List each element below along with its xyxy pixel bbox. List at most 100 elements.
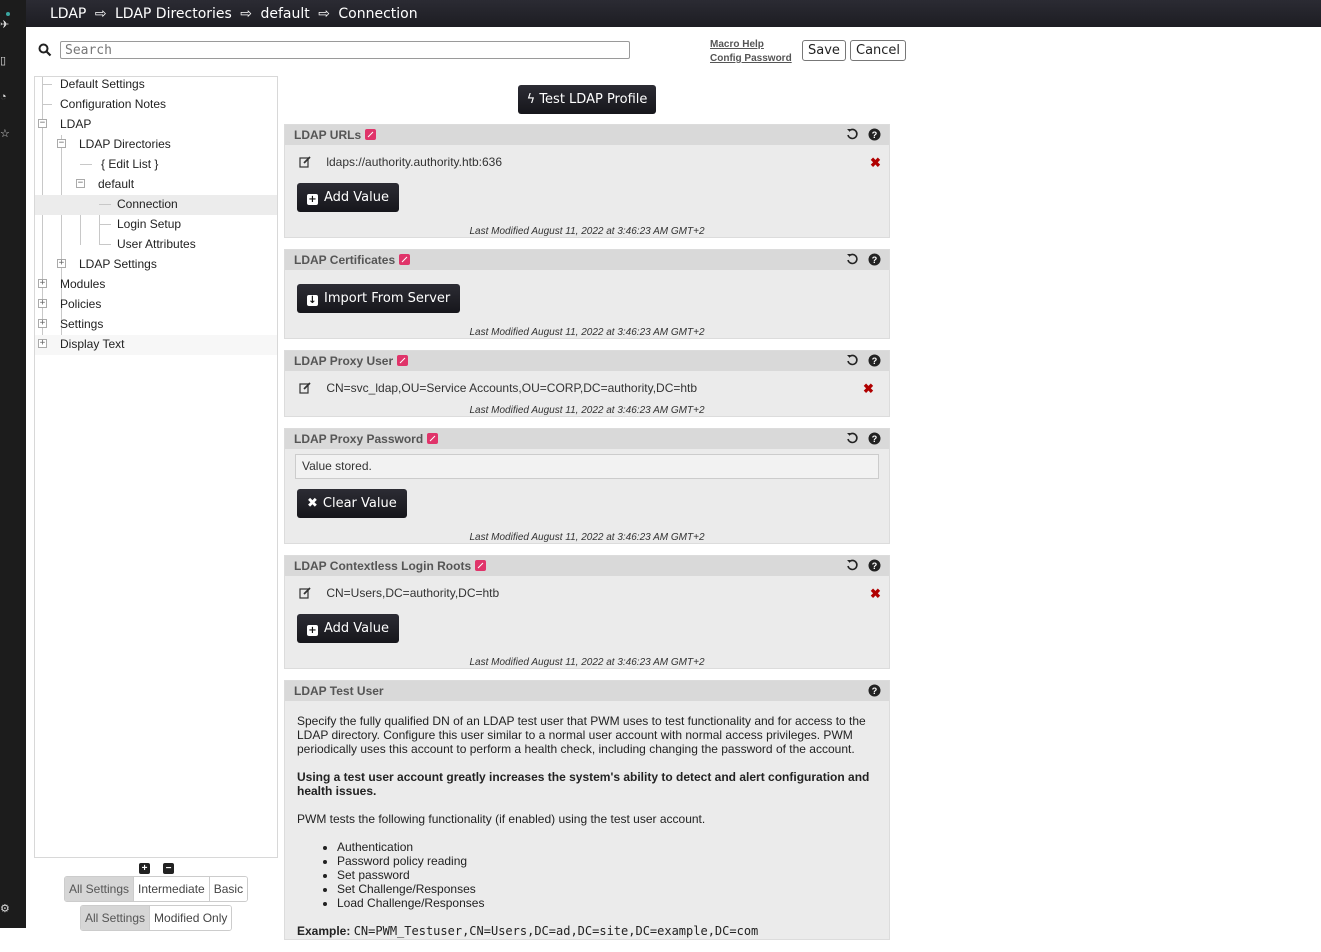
tree-item-label: LDAP Directories <box>79 137 171 151</box>
clock-icon[interactable]: ◔ <box>0 90 10 104</box>
save-button[interactable]: Save <box>802 40 846 61</box>
tree-connector <box>42 84 52 85</box>
collapse-icon[interactable]: − <box>38 119 47 128</box>
tree-item-default[interactable]: − default <box>35 175 277 195</box>
star-icon[interactable]: ☆ <box>0 127 10 141</box>
svg-text:?: ? <box>872 255 878 265</box>
svg-text:?: ? <box>872 434 878 444</box>
tree-item-label: default <box>98 177 135 191</box>
reset-icon[interactable] <box>846 432 859 445</box>
level-option-intermediate[interactable]: Intermediate <box>133 877 209 901</box>
expand-icon[interactable]: + <box>57 259 66 268</box>
settings-tree: Default Settings Configuration Notes − L… <box>34 76 278 858</box>
help-icon[interactable]: ? <box>868 559 881 572</box>
help-icon[interactable]: ? <box>868 354 881 367</box>
svg-text:?: ? <box>872 130 878 140</box>
tree-item-user-attributes[interactable]: User Attributes <box>35 235 277 255</box>
test-ldap-profile-button[interactable]: ϟ Test LDAP Profile <box>518 85 656 114</box>
tree-item-edit-list[interactable]: { Edit List } <box>35 155 277 175</box>
panel-ldap-proxy-password: LDAP Proxy Password ? Value stored. ✖ Cle… <box>284 428 890 544</box>
description-paragraph-bold: Using a test user account greatly increa… <box>297 770 870 798</box>
level-option-basic[interactable]: Basic <box>208 877 248 901</box>
expand-icon[interactable]: + <box>38 299 47 308</box>
breadcrumb-item-ldap[interactable]: LDAP <box>50 6 86 22</box>
modified-badge-icon <box>365 129 377 140</box>
expand-icon[interactable]: + <box>38 339 47 348</box>
expand-icon[interactable]: + <box>38 319 47 328</box>
reset-icon[interactable] <box>846 559 859 572</box>
panel-header: LDAP Certificates ? <box>285 250 889 270</box>
tree-item-ldap[interactable]: − LDAP <box>35 115 277 135</box>
breadcrumb-separator: ⇨ <box>240 6 253 22</box>
delete-icon[interactable]: ✖ <box>870 156 881 169</box>
test-ldap-profile-label: Test LDAP Profile <box>539 92 648 107</box>
document-icon[interactable]: ▯ <box>0 54 10 68</box>
breadcrumb-item-ldap-directories[interactable]: LDAP Directories <box>115 6 232 22</box>
tree-item-ldap-settings[interactable]: + LDAP Settings <box>35 255 277 275</box>
panel-header: LDAP Proxy Password ? <box>285 429 889 449</box>
panel-ldap-certificates: LDAP Certificates ? ↓ Import From Server … <box>284 249 890 339</box>
breadcrumb-separator: ⇨ <box>94 6 107 22</box>
tree-item-policies[interactable]: + Policies <box>35 295 277 315</box>
functionality-list: Authentication Password policy reading S… <box>297 840 877 910</box>
help-icon[interactable]: ? <box>868 253 881 266</box>
tree-item-configuration-notes[interactable]: Configuration Notes <box>35 95 277 115</box>
import-label: Import From Server <box>324 291 451 306</box>
macro-help-link[interactable]: Macro Help <box>710 38 792 52</box>
breadcrumb-item-connection: Connection <box>338 6 418 22</box>
clear-icon: ✖ <box>307 496 318 511</box>
delete-icon[interactable]: ✖ <box>863 382 874 395</box>
level-option-all[interactable]: All Settings <box>65 877 134 901</box>
expand-all-icon[interactable]: + <box>139 863 150 874</box>
tree-item-ldap-directories[interactable]: − LDAP Directories <box>35 135 277 155</box>
expand-icon[interactable]: + <box>38 279 47 288</box>
panel-ldap-login-roots: LDAP Contextless Login Roots ? CN=Users,… <box>284 555 890 669</box>
help-icon[interactable]: ? <box>868 684 881 697</box>
help-icon[interactable]: ? <box>868 128 881 141</box>
modified-option-modified-only[interactable]: Modified Only <box>149 906 232 930</box>
edit-icon[interactable] <box>299 382 311 394</box>
search-input[interactable] <box>60 41 630 59</box>
tree-item-label: Connection <box>117 197 178 211</box>
cancel-button[interactable]: Cancel <box>850 40 907 61</box>
edit-icon[interactable] <box>299 156 311 168</box>
value-row: ldaps://authority.authority.htb:636 <box>299 154 502 170</box>
tree-item-modules[interactable]: + Modules <box>35 275 277 295</box>
add-value-label: Add Value <box>324 190 389 205</box>
tree-item-display-text[interactable]: + Display Text <box>35 335 277 355</box>
tree-connector <box>99 204 111 205</box>
reset-icon[interactable] <box>846 354 859 367</box>
collapse-icon[interactable]: − <box>57 139 66 148</box>
tree-item-connection[interactable]: Connection <box>35 195 277 215</box>
collapse-all-icon[interactable]: − <box>163 863 174 874</box>
tree-item-label: Login Setup <box>117 217 182 231</box>
tree-item-login-setup[interactable]: Login Setup <box>35 215 277 235</box>
description-paragraph: Specify the fully qualified DN of an LDA… <box>297 714 866 756</box>
edit-list-text: Edit List <box>108 157 152 171</box>
left-app-strip: ✈ ▯ ◔ ☆ ⚙ <box>0 0 26 928</box>
clear-value-button[interactable]: ✖ Clear Value <box>297 489 407 518</box>
modified-badge-icon <box>475 560 487 571</box>
add-value-button[interactable]: + Add Value <box>297 183 399 212</box>
tree-item-settings[interactable]: + Settings <box>35 315 277 335</box>
modified-badge-icon <box>397 355 409 366</box>
import-from-server-button[interactable]: ↓ Import From Server <box>297 284 461 313</box>
tree-item-label: User Attributes <box>117 237 196 251</box>
config-password-link[interactable]: Config Password <box>710 52 792 66</box>
modified-option-all[interactable]: All Settings <box>81 906 150 930</box>
tree-item-default-settings[interactable]: Default Settings <box>35 75 277 95</box>
panel-title: LDAP Contextless Login Roots <box>294 559 472 573</box>
help-icon[interactable]: ? <box>868 432 881 445</box>
panel-title: LDAP URLs <box>294 128 362 142</box>
collapse-icon[interactable]: − <box>76 179 85 188</box>
pin-icon[interactable]: ✈ <box>0 18 10 32</box>
edit-icon[interactable] <box>299 587 311 599</box>
reset-icon[interactable] <box>846 128 859 141</box>
breadcrumb-item-default[interactable]: default <box>260 6 309 22</box>
example-line: Example: CN=PWM_Testuser,CN=Users,DC=ad,… <box>297 924 877 938</box>
delete-icon[interactable]: ✖ <box>870 587 881 600</box>
add-value-button[interactable]: + Add Value <box>297 614 399 643</box>
gear-icon[interactable]: ⚙ <box>0 902 10 916</box>
value-stored-box: Value stored. <box>295 454 879 479</box>
reset-icon[interactable] <box>846 253 859 266</box>
